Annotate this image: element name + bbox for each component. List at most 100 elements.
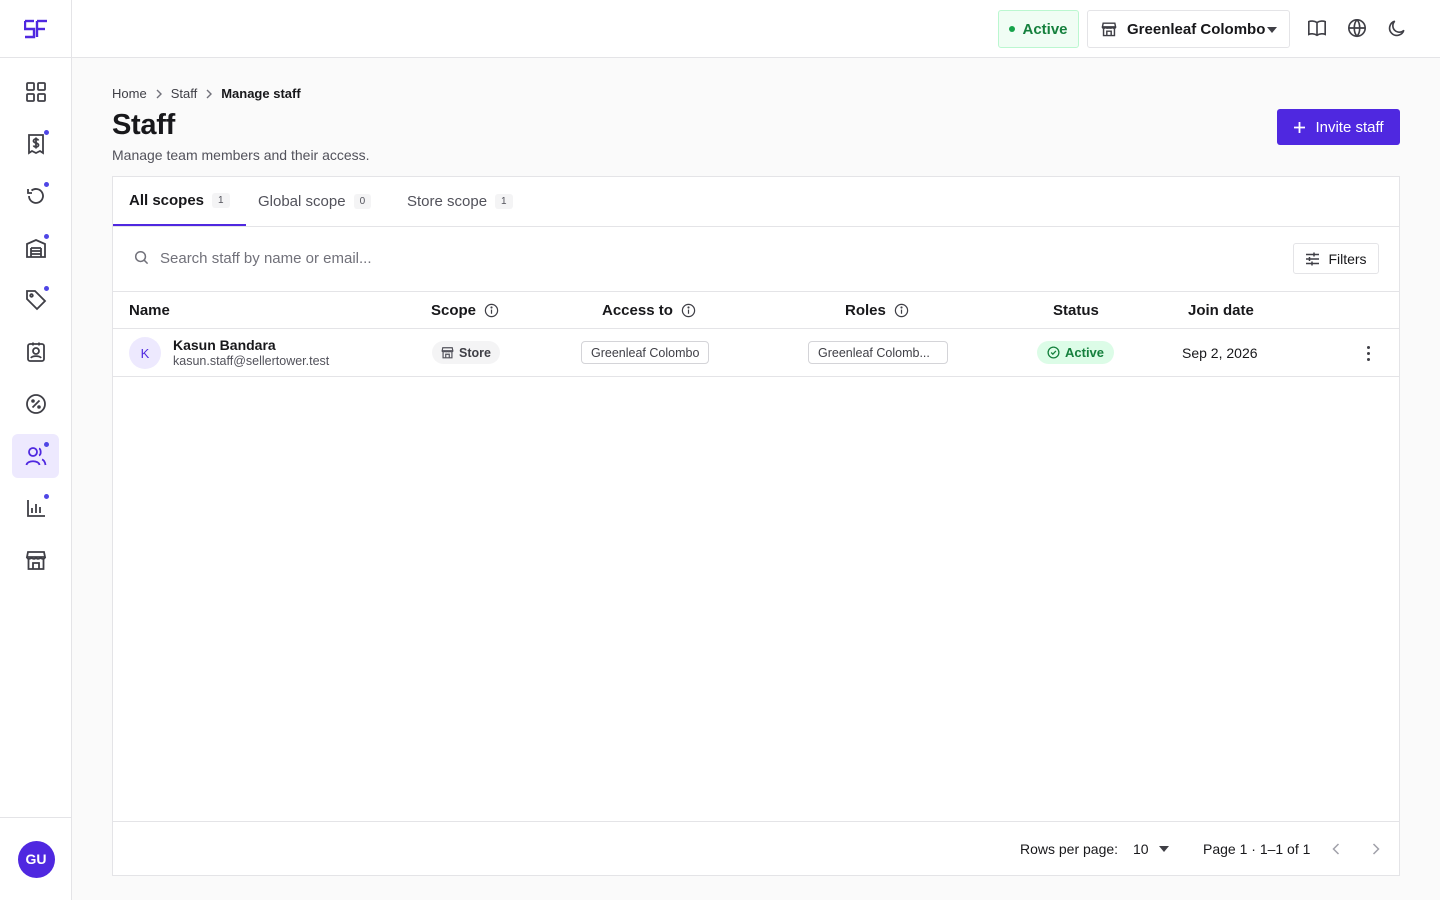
history-icon — [26, 188, 44, 204]
status-dot — [1009, 26, 1016, 32]
sidebar-item-products[interactable] — [12, 278, 59, 322]
column-join-date[interactable]: Join date — [1188, 302, 1254, 319]
theme-toggle-button[interactable] — [1386, 17, 1408, 39]
chevron-right-icon — [206, 89, 213, 98]
sidebar-item-history[interactable] — [12, 174, 59, 218]
language-button[interactable] — [1346, 17, 1368, 39]
breadcrumb-home[interactable]: Home — [112, 86, 147, 101]
column-status-label: Status — [1053, 302, 1099, 319]
user-avatar[interactable]: GU — [17, 840, 55, 878]
invite-staff-button[interactable]: Invite staff — [1277, 109, 1400, 145]
column-join-date-label: Join date — [1188, 302, 1254, 319]
topbar: Active Greenleaf Colombo — [72, 0, 1440, 58]
chevron-down-icon — [1267, 27, 1277, 33]
store-icon — [1101, 22, 1117, 37]
page-title: Staff — [112, 109, 175, 141]
search-icon — [134, 250, 149, 265]
scope-badge: Store — [432, 341, 500, 364]
sidebar-item-billing[interactable] — [12, 122, 59, 166]
staff-name: Kasun Bandara — [173, 337, 276, 353]
globe-icon — [1348, 19, 1366, 38]
docs-button[interactable] — [1306, 17, 1328, 39]
row-actions-menu[interactable] — [1359, 343, 1377, 363]
dashboard-grid-icon — [25, 82, 46, 102]
search-row: Filters — [113, 227, 1399, 292]
column-access-label: Access to — [602, 302, 673, 319]
inventory-box-icon — [25, 239, 46, 258]
column-access[interactable]: Access to — [602, 302, 696, 319]
rows-per-page-label: Rows per page: — [1020, 841, 1119, 857]
sidebar-item-inventory[interactable] — [12, 226, 59, 270]
tag-icon — [25, 290, 46, 311]
sellertower-logo-icon — [23, 19, 47, 38]
sidebar-item-staff[interactable] — [12, 434, 59, 478]
sidebar-nav — [0, 58, 71, 582]
sidebar-item-discounts[interactable] — [12, 382, 59, 426]
sliders-icon — [1306, 252, 1320, 265]
store-switcher[interactable]: Greenleaf Colombo — [1087, 10, 1290, 48]
notification-dot — [44, 442, 49, 447]
store-status-label: Active — [1022, 20, 1068, 38]
info-icon[interactable] — [681, 303, 696, 318]
tab-all-scopes[interactable]: All scopes 1 — [113, 177, 246, 226]
staff-avatar: K — [129, 337, 161, 369]
table-row[interactable]: K Kasun Bandara kasun.staff@sellertower.… — [113, 329, 1399, 377]
tab-global-scope[interactable]: Global scope 0 — [258, 177, 372, 226]
table-header: Name Scope Access to Roles Status Join d… — [113, 292, 1399, 329]
sidebar-item-customers[interactable] — [12, 330, 59, 374]
info-icon[interactable] — [894, 303, 909, 318]
rows-per-page-value: 10 — [1133, 841, 1149, 857]
staff-card: All scopes 1 Global scope 0 Store scope … — [112, 176, 1400, 876]
check-circle-icon — [1047, 346, 1060, 359]
chevron-left-icon — [1332, 843, 1340, 855]
chevron-down-icon — [1158, 846, 1169, 852]
notification-dot — [44, 494, 49, 499]
column-roles-label: Roles — [845, 302, 886, 319]
store-status-badge: Active — [998, 10, 1079, 48]
next-page-button[interactable] — [1367, 839, 1385, 859]
tab-label: Global scope — [258, 193, 346, 210]
plus-icon — [1294, 121, 1306, 133]
staff-email: kasun.staff@sellertower.test — [173, 354, 330, 368]
page-info: Page 1 · 1–1 of 1 — [1203, 841, 1311, 857]
column-roles[interactable]: Roles — [845, 302, 909, 319]
more-vertical-icon — [1366, 345, 1370, 349]
previous-page-button[interactable] — [1327, 839, 1345, 859]
chevron-right-icon — [156, 89, 162, 98]
column-name[interactable]: Name — [129, 302, 170, 319]
sidebar-item-stores[interactable] — [12, 538, 59, 582]
filters-button[interactable]: Filters — [1293, 243, 1379, 274]
store-icon — [441, 347, 454, 359]
scope-tabs: All scopes 1 Global scope 0 Store scope … — [113, 177, 1399, 227]
discount-badge-icon — [25, 394, 46, 414]
join-date: Sep 2, 2026 — [1182, 345, 1258, 361]
book-icon — [1308, 20, 1326, 37]
notification-dot — [44, 286, 49, 291]
column-name-label: Name — [129, 302, 170, 319]
tab-store-scope[interactable]: Store scope 1 — [407, 177, 513, 226]
search-input[interactable] — [160, 247, 760, 269]
tab-count: 1 — [495, 194, 513, 209]
rows-per-page-select[interactable]: 10 — [1133, 839, 1171, 859]
column-scope[interactable]: Scope — [431, 302, 499, 319]
breadcrumb-staff[interactable]: Staff — [171, 86, 198, 101]
page-subtitle: Manage team members and their access. — [112, 147, 370, 163]
chevron-right-icon — [1372, 843, 1380, 855]
info-icon[interactable] — [484, 303, 499, 318]
logo[interactable] — [0, 0, 71, 58]
invite-staff-label: Invite staff — [1315, 118, 1384, 136]
notification-dot — [44, 234, 49, 239]
status-badge: Active — [1037, 341, 1115, 364]
moon-icon — [1388, 20, 1405, 37]
users-icon — [25, 447, 46, 466]
tab-label: All scopes — [129, 192, 205, 209]
role-chip: Greenleaf Colomb... — [808, 341, 948, 364]
notification-dot — [44, 130, 49, 135]
sidebar-item-dashboard[interactable] — [12, 70, 59, 114]
storefront-icon — [25, 551, 46, 570]
sidebar-item-reports[interactable] — [12, 486, 59, 530]
column-scope-label: Scope — [431, 302, 477, 319]
column-status[interactable]: Status — [1053, 302, 1099, 319]
tab-count: 0 — [353, 194, 372, 209]
store-name: Greenleaf Colombo — [1127, 20, 1266, 38]
